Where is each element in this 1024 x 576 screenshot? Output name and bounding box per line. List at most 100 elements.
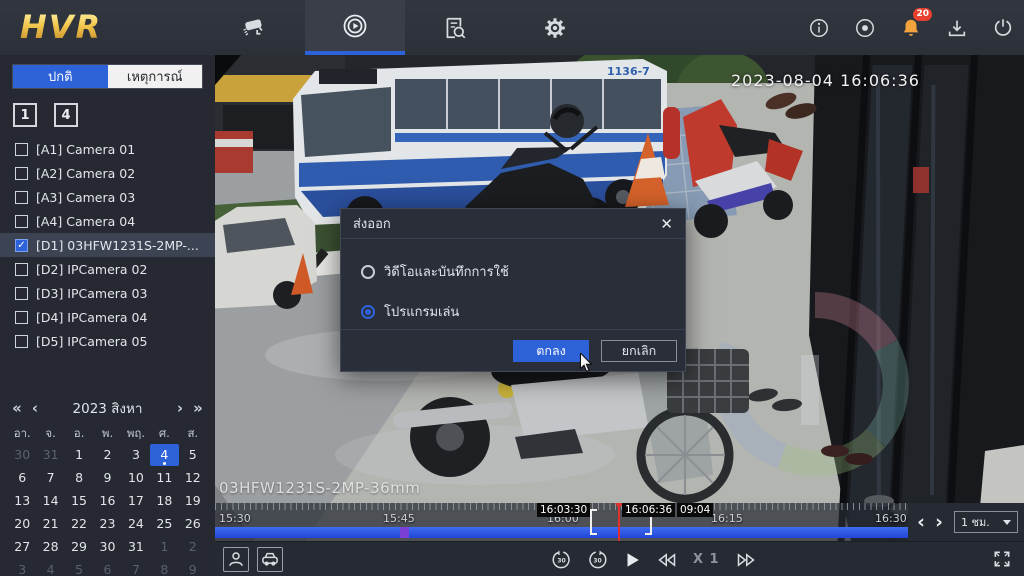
calendar-day[interactable]: 2: [179, 536, 207, 558]
calendar-day[interactable]: 1: [150, 536, 178, 558]
next-month-button[interactable]: ›: [171, 399, 189, 417]
calendar-day[interactable]: 7: [36, 467, 64, 489]
calendar-day[interactable]: 25: [150, 513, 178, 535]
tab-event[interactable]: เหตุการณ์: [108, 65, 203, 88]
calendar-day[interactable]: 11: [150, 467, 178, 489]
interval-dropdown[interactable]: 1 ชม.: [954, 511, 1018, 533]
camera-row[interactable]: [D2] IPCamera 02: [0, 257, 215, 281]
ok-button[interactable]: ตกลง: [513, 340, 589, 362]
calendar-day[interactable]: 5: [179, 444, 207, 466]
calendar-day[interactable]: 20: [8, 513, 36, 535]
info-button[interactable]: [806, 15, 832, 41]
record-status-button[interactable]: [852, 15, 878, 41]
person-filter-button[interactable]: [223, 547, 249, 572]
calendar-day[interactable]: 28: [36, 536, 64, 558]
vehicle-filter-button[interactable]: [257, 547, 283, 572]
calendar-day[interactable]: 2: [93, 444, 121, 466]
calendar-day[interactable]: 1: [65, 444, 93, 466]
calendar-day[interactable]: 8: [150, 559, 178, 576]
calendar-day[interactable]: 27: [8, 536, 36, 558]
radio-selected[interactable]: [361, 305, 375, 319]
recording-track[interactable]: [215, 527, 908, 538]
calendar-day[interactable]: 17: [122, 490, 150, 512]
calendar-day[interactable]: 18: [150, 490, 178, 512]
calendar-day[interactable]: 12: [179, 467, 207, 489]
nav-live-view[interactable]: [205, 0, 305, 55]
calendar-day[interactable]: 8: [65, 467, 93, 489]
camera-row[interactable]: [D3] IPCamera 03: [0, 281, 215, 305]
cancel-button[interactable]: ยกเลิก: [601, 340, 677, 362]
camera-checkbox[interactable]: [15, 143, 28, 156]
camera-checkbox[interactable]: [15, 263, 28, 276]
calendar-day[interactable]: 22: [65, 513, 93, 535]
camera-row[interactable]: [D4] IPCamera 04: [0, 305, 215, 329]
prev-month-button[interactable]: ‹: [26, 399, 44, 417]
camera-row[interactable]: [A4] Camera 04: [0, 209, 215, 233]
timeline-next-button[interactable]: ›: [932, 505, 946, 539]
calendar-day-selected[interactable]: 4: [150, 444, 178, 466]
camera-row[interactable]: [A1] Camera 01: [0, 137, 215, 161]
nav-playback[interactable]: [305, 0, 405, 55]
calendar-day[interactable]: 3: [122, 444, 150, 466]
timeline-prev-button[interactable]: ‹: [914, 505, 928, 539]
power-button[interactable]: [990, 15, 1016, 41]
view-4-button[interactable]: 4: [54, 103, 78, 127]
back-30s-button[interactable]: 30: [551, 549, 572, 570]
export-option[interactable]: วิดีโอและบันทึกการใช้: [361, 261, 685, 282]
fast-forward-button[interactable]: [735, 551, 757, 569]
tab-normal[interactable]: ปกติ: [13, 65, 108, 88]
timeline[interactable]: 15:3015:4516:0016:1516:30 16:03:30 16:06…: [215, 503, 1024, 541]
calendar-day[interactable]: 13: [8, 490, 36, 512]
calendar-day[interactable]: 4: [36, 559, 64, 576]
calendar-day[interactable]: 30: [8, 444, 36, 466]
camera-checkbox[interactable]: ✓: [15, 239, 28, 252]
playhead-marker[interactable]: [618, 503, 620, 541]
camera-checkbox[interactable]: [15, 311, 28, 324]
clip-start-marker[interactable]: [590, 509, 597, 535]
camera-row[interactable]: ✓[D1] 03HFW1231S-2MP-...: [0, 233, 215, 257]
calendar-title[interactable]: 2023 สิงหา: [44, 397, 171, 419]
download-button[interactable]: [944, 15, 970, 41]
calendar-day[interactable]: 7: [122, 559, 150, 576]
close-icon[interactable]: ✕: [660, 215, 673, 233]
camera-row[interactable]: [A3] Camera 03: [0, 185, 215, 209]
calendar-day[interactable]: 5: [65, 559, 93, 576]
camera-checkbox[interactable]: [15, 287, 28, 300]
camera-checkbox[interactable]: [15, 215, 28, 228]
fullscreen-button[interactable]: [992, 549, 1012, 569]
alarm-bell-button[interactable]: 20: [898, 15, 924, 41]
calendar-day[interactable]: 14: [36, 490, 64, 512]
prev-year-button[interactable]: «: [8, 399, 26, 417]
camera-row[interactable]: [D5] IPCamera 05: [0, 329, 215, 353]
calendar-day[interactable]: 29: [65, 536, 93, 558]
camera-checkbox[interactable]: [15, 335, 28, 348]
nav-settings[interactable]: [505, 0, 605, 55]
rewind-button[interactable]: [656, 551, 678, 569]
export-option[interactable]: โปรแกรมเล่น: [361, 301, 685, 322]
calendar-day[interactable]: 31: [36, 444, 64, 466]
speed-indicator[interactable]: X 1: [693, 552, 720, 567]
camera-checkbox[interactable]: [15, 167, 28, 180]
calendar-day[interactable]: 9: [93, 467, 121, 489]
next-year-button[interactable]: »: [189, 399, 207, 417]
calendar-day[interactable]: 31: [122, 536, 150, 558]
calendar-day[interactable]: 16: [93, 490, 121, 512]
calendar-day[interactable]: 26: [179, 513, 207, 535]
calendar-day[interactable]: 24: [122, 513, 150, 535]
view-1-button[interactable]: 1: [13, 103, 37, 127]
nav-record-search[interactable]: [405, 0, 505, 55]
calendar-day[interactable]: 23: [93, 513, 121, 535]
calendar-day[interactable]: 10: [122, 467, 150, 489]
calendar-day[interactable]: 6: [8, 467, 36, 489]
calendar-day[interactable]: 9: [179, 559, 207, 576]
radio-unselected[interactable]: [361, 265, 375, 279]
play-button[interactable]: [623, 551, 641, 569]
calendar-day[interactable]: 3: [8, 559, 36, 576]
calendar-day[interactable]: 21: [36, 513, 64, 535]
calendar-day[interactable]: 30: [93, 536, 121, 558]
camera-row[interactable]: [A2] Camera 02: [0, 161, 215, 185]
calendar-day[interactable]: 15: [65, 490, 93, 512]
calendar-day[interactable]: 6: [93, 559, 121, 576]
forward-30s-button[interactable]: 30: [587, 549, 608, 570]
camera-checkbox[interactable]: [15, 191, 28, 204]
